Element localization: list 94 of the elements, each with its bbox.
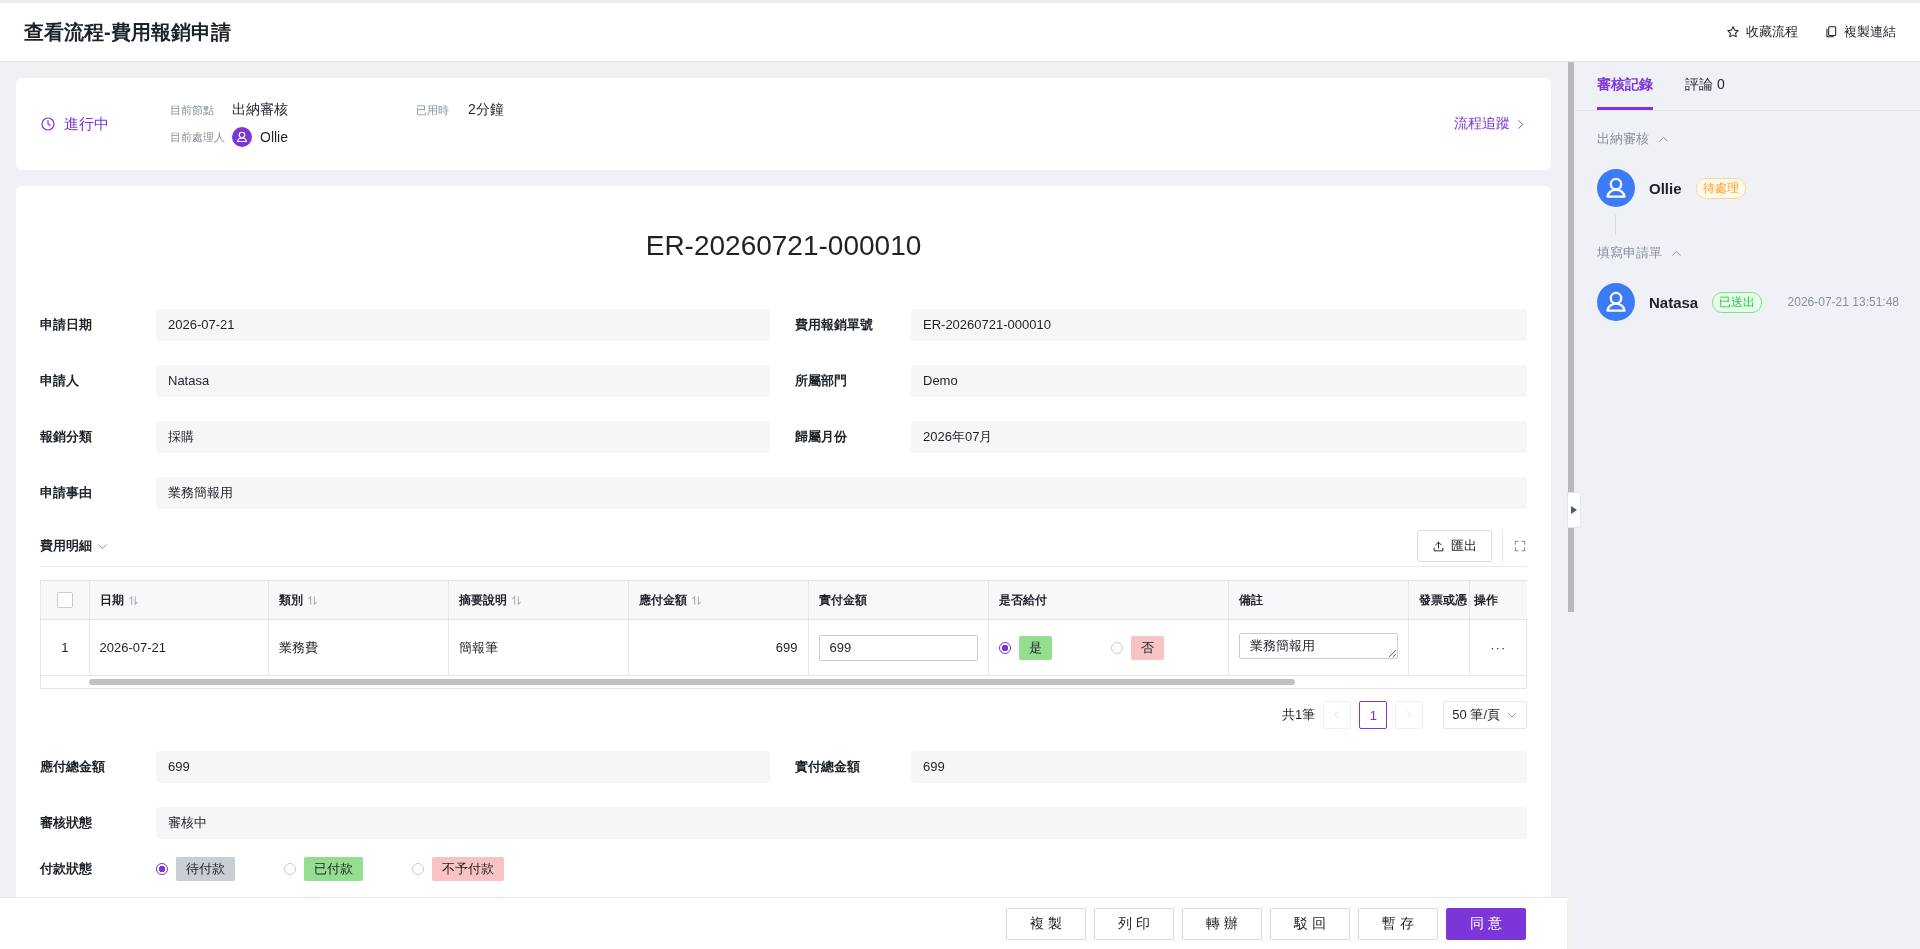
table-cell: 業務費 [268,619,448,676]
option-tag: 是 [1018,635,1052,660]
sort-icon[interactable] [127,594,139,606]
column-header: 日期 [89,581,268,620]
group-title: 出納審核 [1597,130,1649,148]
action-button[interactable]: 暫存 [1358,907,1438,940]
field-label: 已用時 [416,102,450,118]
column-header: 備註 [1228,581,1408,620]
timestamp: 2026-07-21 13:51:48 [1787,295,1899,309]
column-header: 發票或憑 [1408,581,1469,620]
option-tag: 否 [1130,635,1164,660]
field-label: 申請日期 [40,316,93,334]
readonly-field: Natasa [156,365,770,397]
column-header: 類別 [268,581,448,620]
readonly-field: 審核中 [156,807,1527,839]
field-label: 目前節點 [170,102,215,118]
user-avatar [232,127,252,147]
reviewer-name: Natasa [1649,293,1699,311]
field-label: 實付總金額 [795,758,861,776]
action-button[interactable]: 複製 [1006,907,1086,940]
amount-input[interactable]: 699 [818,634,978,661]
readonly-field: 採購 [156,421,770,453]
reviewer-name: Ollie [1649,179,1682,197]
option-tag: 已付款 [304,857,363,881]
panel-tab[interactable]: 評論 0 [1685,62,1725,110]
column-header: 是否給付 [988,581,1228,620]
page-button[interactable]: 1 [1359,701,1388,729]
field-label: 目前處理人 [170,129,226,145]
option-tag: 待付款 [176,857,235,881]
user-avatar [1597,283,1635,321]
readonly-field: 699 [911,751,1527,783]
scrollbar-thumb[interactable] [89,679,1295,685]
status-badge: 已送出 [1712,291,1763,313]
star-icon [1726,25,1740,39]
field-value: 出納審核 [232,101,289,119]
page-title: 查看流程-費用報銷申請 [24,19,231,45]
column-header: 實付金額 [808,581,988,620]
readonly-field: Demo [911,365,1527,397]
radio-button[interactable] [998,641,1011,654]
action-button[interactable]: 列印 [1094,907,1174,940]
table-cell: 簡報筆 [448,619,628,676]
document-number-title: ER-20260721-000010 [644,229,923,263]
readonly-field: ER-20260721-000010 [911,309,1527,341]
field-label: 歸屬月份 [795,428,848,446]
process-status: 進行中 [64,114,109,134]
readonly-field: 2026-07-21 [156,309,770,341]
remark-input[interactable]: 業務簡報用 [1238,633,1398,659]
readonly-field: 2026年07月 [911,421,1527,453]
field-label: 所屬部門 [795,372,848,390]
user-avatar [1597,169,1635,207]
scrollbar-thumb[interactable] [1568,62,1574,612]
caret-right-icon [1571,506,1577,514]
clock-icon [40,116,56,132]
action-button[interactable]: 轉辦 [1182,907,1262,940]
table-cell: 2026-07-21 [89,619,268,676]
process-trace-link[interactable]: 流程追蹤 [1454,115,1527,133]
field-label: 申請事由 [40,484,93,502]
field-label: 應付總金額 [40,758,106,776]
sort-icon[interactable] [510,594,522,606]
group-title: 填寫申請單 [1597,244,1662,262]
column-header: 摘要說明 [448,581,628,620]
collapse-handle[interactable] [1567,492,1581,528]
section-title: 費用明細 [40,537,92,555]
more-button[interactable]: ··· [1484,639,1513,656]
copy-icon [1824,25,1838,39]
approve-button[interactable]: 同意 [1446,907,1526,940]
status-badge: 待處理 [1695,177,1746,199]
field-label: 審核狀態 [40,814,93,832]
action-button[interactable]: 駁回 [1270,907,1350,940]
fullscreen-icon[interactable] [1513,539,1527,553]
readonly-field: 業務簡報用 [156,477,1527,509]
upload-icon [1432,539,1445,553]
handler-name: Ollie [260,129,288,145]
field-label: 付款狀態 [40,860,93,878]
total-count: 共1筆 [1282,706,1316,724]
column-header: 應付金額 [628,581,808,620]
export-button[interactable]: 匯出 [1417,530,1492,562]
option-tag: 不予付款 [432,857,504,881]
readonly-field: 699 [156,751,770,783]
copy-link-button[interactable]: 複製連結 [1824,23,1896,41]
sort-icon[interactable] [690,594,702,606]
radio-button[interactable] [156,863,168,875]
field-label: 費用報銷單號 [795,316,874,334]
row-number: 1 [41,619,89,676]
field-label: 報銷分類 [40,428,93,446]
favorite-button[interactable]: 收藏流程 [1726,23,1798,41]
select-all-checkbox[interactable] [56,592,73,608]
panel-tab[interactable]: 審核記錄 [1597,62,1653,110]
sort-icon[interactable] [306,594,318,606]
field-label: 申請人 [40,372,80,390]
page-size-select[interactable]: 50 筆/頁 [1443,701,1527,729]
column-header: 操作 [1469,581,1527,620]
field-value: 2分鐘 [468,101,505,119]
table-cell: 699 [628,619,808,676]
